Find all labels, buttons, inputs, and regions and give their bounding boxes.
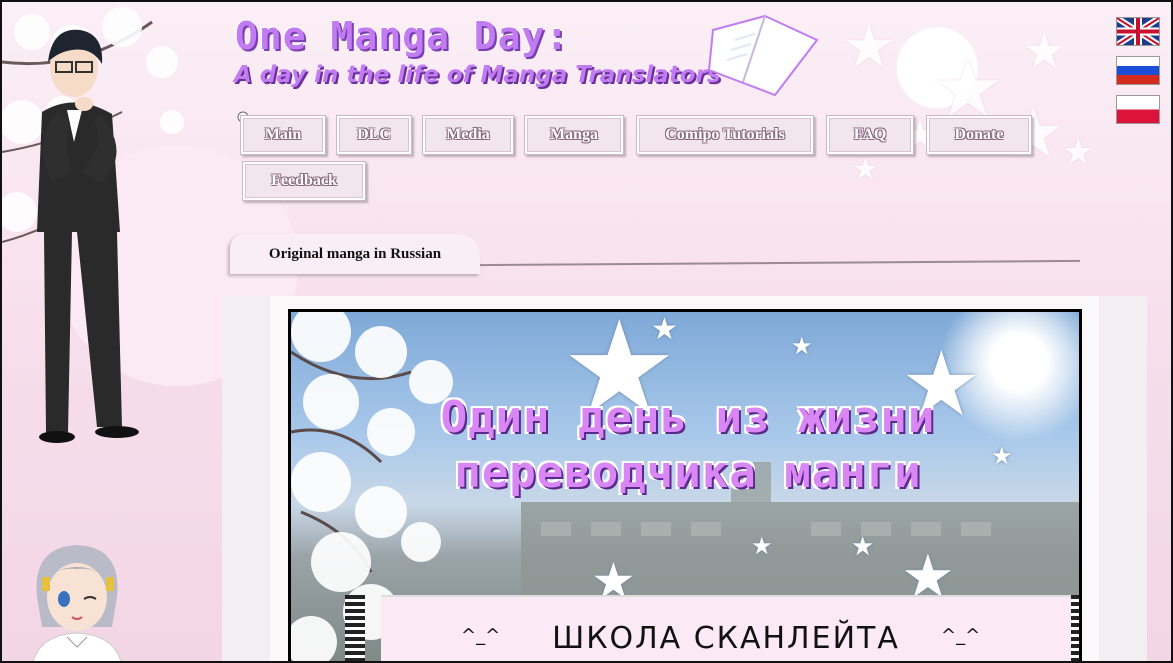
nav-donate-button[interactable]: Donate — [926, 115, 1032, 155]
site-subtitle: A day in the life of Manga Translators — [234, 62, 721, 88]
star-decoration: ★ — [751, 532, 773, 560]
manga-title-line1: Один день из жизни — [440, 392, 936, 443]
nav-comipo-tutorials-button[interactable]: Comipo Tutorials — [636, 115, 814, 155]
poland-flag-icon[interactable] — [1116, 95, 1160, 124]
open-book-icon — [707, 14, 819, 97]
nav-main-button[interactable]: Main — [240, 115, 326, 155]
site-title[interactable]: One Manga Day: — [235, 14, 569, 58]
star-decoration: ★ — [651, 312, 678, 347]
manga-banner: ^_^ ШКОЛА СКАНЛЕЙТА ^_^ — [381, 595, 1071, 661]
character-man-illustration — [37, 29, 139, 443]
star-decoration: ★ — [852, 152, 879, 187]
character-girl-illustration — [32, 545, 122, 661]
page-frame: ★ ★ ★ ★ ★ ★ ★ One Manga Day: A day in th… — [0, 0, 1173, 663]
face-right: ^_^ — [941, 625, 981, 646]
uk-flag-icon[interactable] — [1116, 17, 1160, 46]
manga-cover-image[interactable]: ★ ★ ★ ★ ★ ★ ★ ★ ★ Один день из жизни пер… — [288, 309, 1082, 661]
star-decoration: ★ — [1062, 132, 1095, 173]
star-decoration: ★ — [791, 332, 813, 360]
nav-manga-button[interactable]: Manga — [524, 115, 624, 155]
star-decoration: ★ — [842, 12, 896, 82]
star-decoration: ★ — [851, 532, 875, 562]
nav-media-button[interactable]: Media — [422, 115, 514, 155]
nav-faq-button[interactable]: FAQ — [826, 115, 914, 155]
star-decoration: ★ — [1022, 22, 1067, 80]
language-switcher — [1116, 17, 1160, 134]
tab-underline — [480, 259, 1080, 267]
nav-feedback-button[interactable]: Feedback — [242, 161, 366, 201]
section-tab-label: Original manga in Russian — [230, 234, 480, 274]
manga-title-line2: переводчика манги — [454, 447, 922, 498]
ink-strip-left — [345, 595, 365, 661]
nav-dlc-button[interactable]: DLC — [336, 115, 412, 155]
russia-flag-icon[interactable] — [1116, 56, 1160, 85]
section-tab-bar: Original manga in Russian — [230, 234, 1090, 274]
